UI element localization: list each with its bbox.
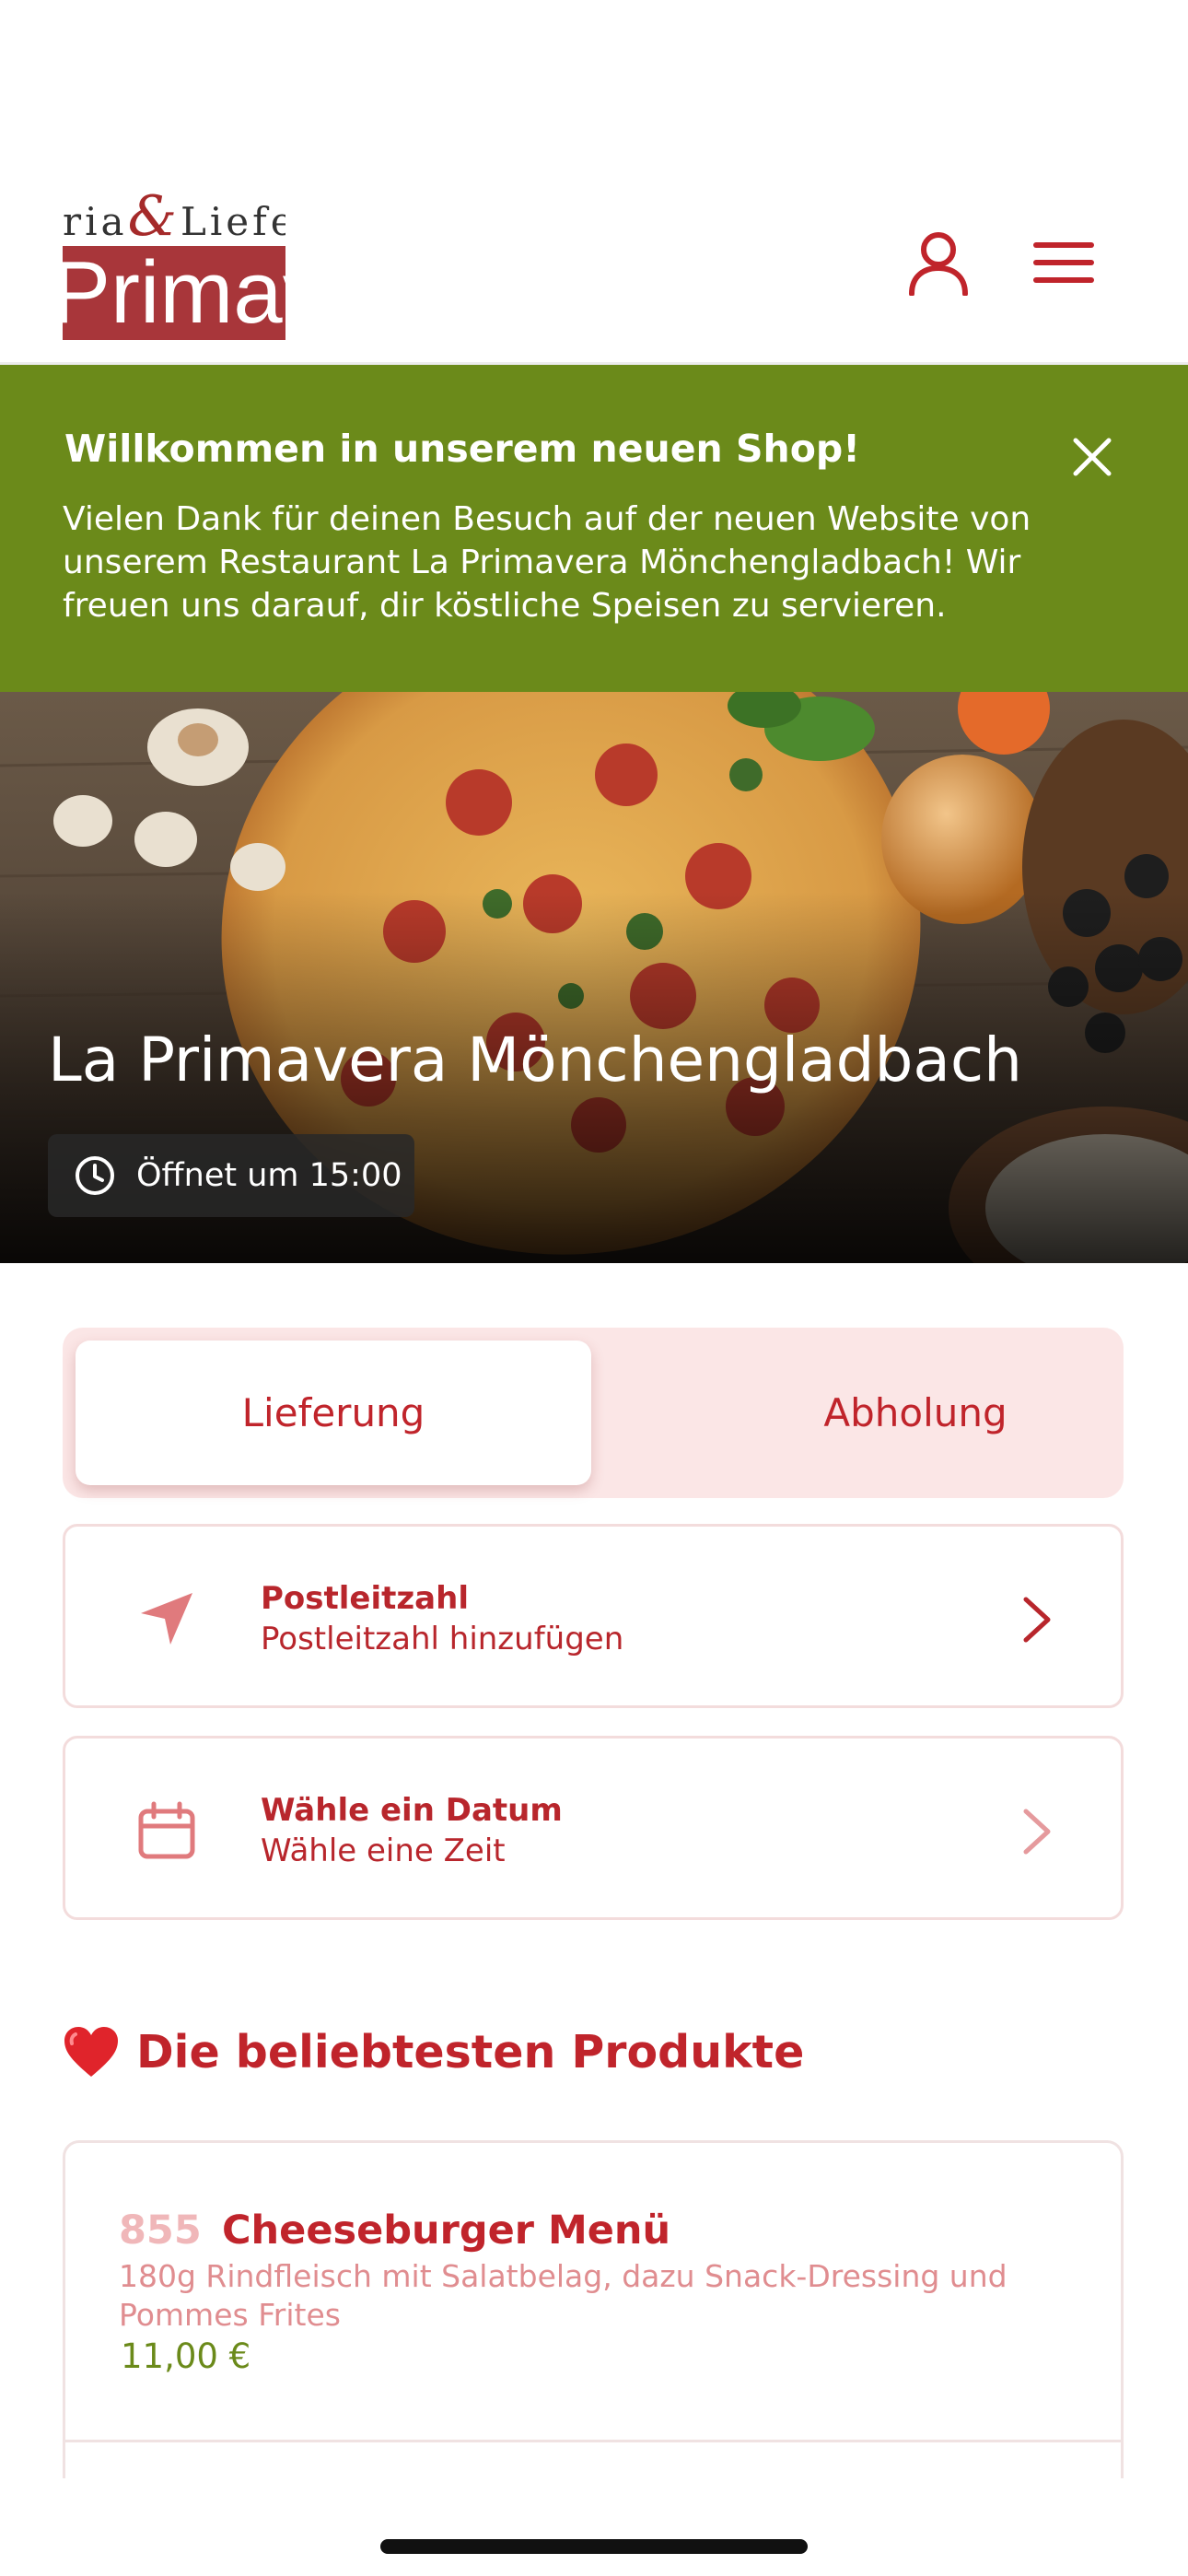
- hero-section: La Primavera Mönchengladbach Öffnet um 1…: [0, 692, 1188, 1263]
- menu-button[interactable]: [1022, 221, 1105, 304]
- restaurant-logo[interactable]: ria&Liefe Primav: [63, 189, 285, 340]
- account-button[interactable]: [897, 221, 980, 304]
- product-name: Cheeseburger Menü: [222, 2207, 671, 2254]
- banner-text: Vielen Dank für deinen Besuch auf der ne…: [63, 500, 1031, 625]
- close-icon: [1073, 438, 1112, 476]
- hamburger-menu-icon: [1033, 242, 1094, 283]
- tab-delivery[interactable]: Lieferung: [76, 1341, 591, 1485]
- location-arrow-icon: [130, 1582, 204, 1656]
- product-number: 855: [119, 2207, 202, 2254]
- banner-close-button[interactable]: [1059, 424, 1125, 490]
- banner-title: Willkommen in unserem neuen Shop!: [64, 427, 860, 471]
- date-title: Wähle ein Datum: [261, 1792, 563, 1829]
- logo-name: Primav: [63, 246, 285, 340]
- popular-products-heading: Die beliebtesten Produkte: [63, 2025, 804, 2078]
- date-time-selector[interactable]: Wähle ein Datum Wähle eine Zeit: [63, 1736, 1124, 1920]
- calendar-icon: [130, 1794, 204, 1868]
- bottom-area: [0, 2478, 1188, 2576]
- postal-code-title: Postleitzahl: [261, 1580, 469, 1617]
- divider: [65, 2440, 1121, 2442]
- home-indicator[interactable]: [380, 2539, 808, 2554]
- welcome-banner: Willkommen in unserem neuen Shop! Vielen…: [0, 365, 1188, 692]
- tab-pickup[interactable]: Abholung: [658, 1341, 1173, 1485]
- time-subtitle: Wähle eine Zeit: [261, 1832, 506, 1869]
- opening-status-badge: Öffnet um 15:00: [48, 1134, 414, 1217]
- section-title: Die beliebtesten Produkte: [136, 2025, 805, 2078]
- product-price: 11,00 €: [121, 2336, 251, 2376]
- app-header: ria&Liefe Primav: [0, 0, 1188, 365]
- order-mode-switch: Lieferung Abholung: [63, 1328, 1124, 1498]
- clock-icon: [76, 1156, 114, 1195]
- restaurant-name: La Primavera Mönchengladbach: [48, 1025, 1022, 1095]
- postal-code-selector[interactable]: Postleitzahl Postleitzahl hinzufügen: [63, 1524, 1124, 1708]
- product-description: 180g Rindfleisch mit Salatbelag, dazu Sn…: [119, 2258, 1007, 2333]
- chevron-right-icon: [1005, 1799, 1069, 1864]
- logo-bar: Primav: [63, 246, 285, 340]
- postal-code-subtitle: Postleitzahl hinzufügen: [261, 1621, 624, 1657]
- opening-status-text: Öffnet um 15:00: [136, 1157, 402, 1194]
- heart-icon: [64, 2027, 118, 2077]
- user-icon: [909, 232, 968, 296]
- logo-tagline: ria&Liefe: [63, 189, 285, 249]
- chevron-right-icon: [1005, 1587, 1069, 1652]
